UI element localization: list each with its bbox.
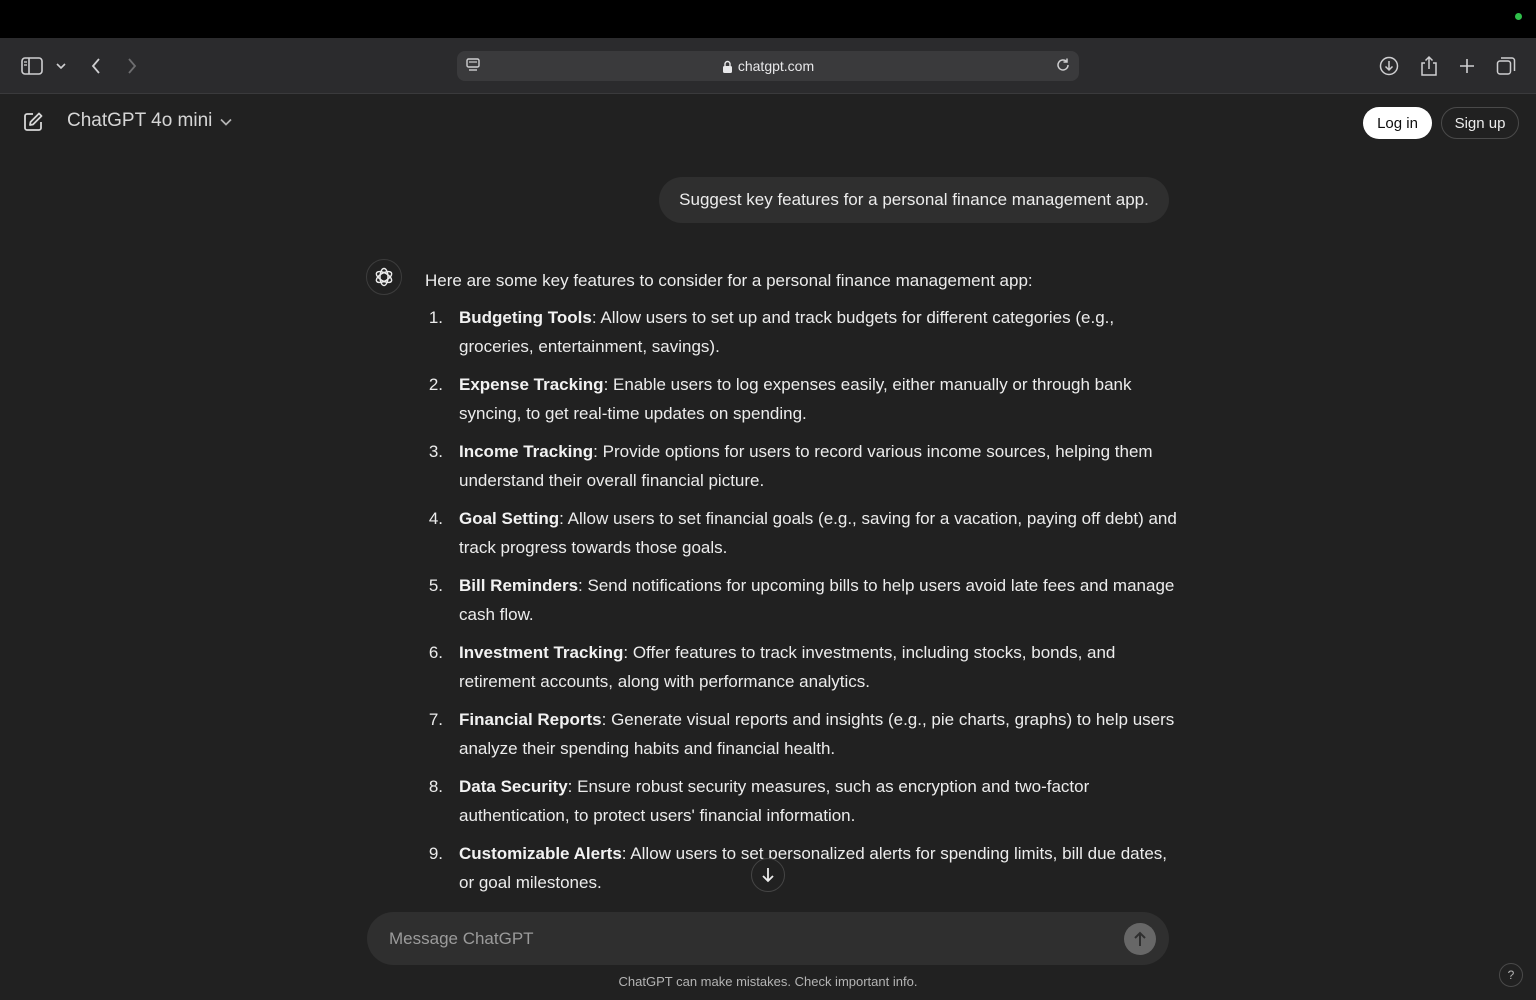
assistant-message: Here are some key features to consider f… [425, 266, 1185, 911]
list-item: 8. Data Security: Ensure robust security … [428, 777, 1090, 825]
url-text: chatgpt.com [737, 58, 815, 74]
list-item: 6. Investment Tracking: Offer features to… [428, 643, 1116, 691]
scroll-to-bottom-button[interactable] [751, 858, 785, 892]
message-composer [367, 912, 1169, 965]
new-chat-icon[interactable] [22, 111, 44, 138]
arrow-up-icon [1134, 931, 1146, 946]
system-menu-bar [0, 0, 1536, 38]
list-item: 2. Expense Tracking: Enable users to log … [428, 375, 1132, 423]
reload-icon[interactable] [1055, 57, 1071, 76]
chevron-down-icon [220, 110, 232, 132]
share-icon[interactable] [1418, 52, 1440, 80]
new-tab-icon[interactable] [1456, 52, 1478, 80]
model-label: ChatGPT 4o mini [67, 110, 213, 131]
status-dot [1515, 13, 1522, 20]
download-icon[interactable] [1378, 52, 1400, 80]
list-item: 4. Goal Setting: Allow users to set finan… [428, 509, 1177, 557]
browser-toolbar: chatgpt.com [0, 38, 1536, 94]
sidebar-toggle-icon[interactable] [20, 52, 44, 80]
app-header: ChatGPT 4o mini Log in Sign up [0, 94, 1536, 152]
feature-list: 1. Budgeting Tools: Allow users to set up… [425, 303, 1185, 897]
disclaimer-text: ChatGPT can make mistakes. Check importa… [618, 974, 918, 989]
chevron-down-icon[interactable] [54, 52, 68, 80]
send-button[interactable] [1124, 923, 1156, 955]
signup-button[interactable]: Sign up [1441, 107, 1519, 139]
lock-icon [722, 60, 733, 73]
user-message-text: Suggest key features for a personal fina… [679, 190, 1149, 209]
list-item: 7. Financial Reports: Generate visual rep… [428, 710, 1175, 758]
model-selector[interactable]: ChatGPT 4o mini [67, 110, 232, 132]
forward-icon[interactable] [122, 52, 142, 80]
arrow-down-icon [762, 868, 774, 883]
login-button[interactable]: Log in [1363, 107, 1432, 139]
page-settings-icon[interactable] [465, 57, 481, 76]
assistant-intro: Here are some key features to consider f… [425, 271, 1033, 290]
assistant-avatar-icon [366, 259, 402, 295]
list-item: 1. Budgeting Tools: Allow users to set up… [428, 308, 1115, 356]
message-input[interactable] [389, 924, 1109, 954]
tab-overview-icon[interactable] [1494, 52, 1518, 80]
address-bar[interactable]: chatgpt.com [457, 51, 1079, 81]
user-message-bubble: Suggest key features for a personal fina… [659, 177, 1169, 223]
list-item: 5. Bill Reminders: Send notifications for… [428, 576, 1175, 624]
back-icon[interactable] [86, 52, 106, 80]
help-button[interactable]: ? [1499, 963, 1523, 987]
list-item: 3. Income Tracking: Provide options for u… [428, 442, 1153, 490]
list-item: 9. Customizable Alerts: Allow users to se… [428, 844, 1168, 892]
